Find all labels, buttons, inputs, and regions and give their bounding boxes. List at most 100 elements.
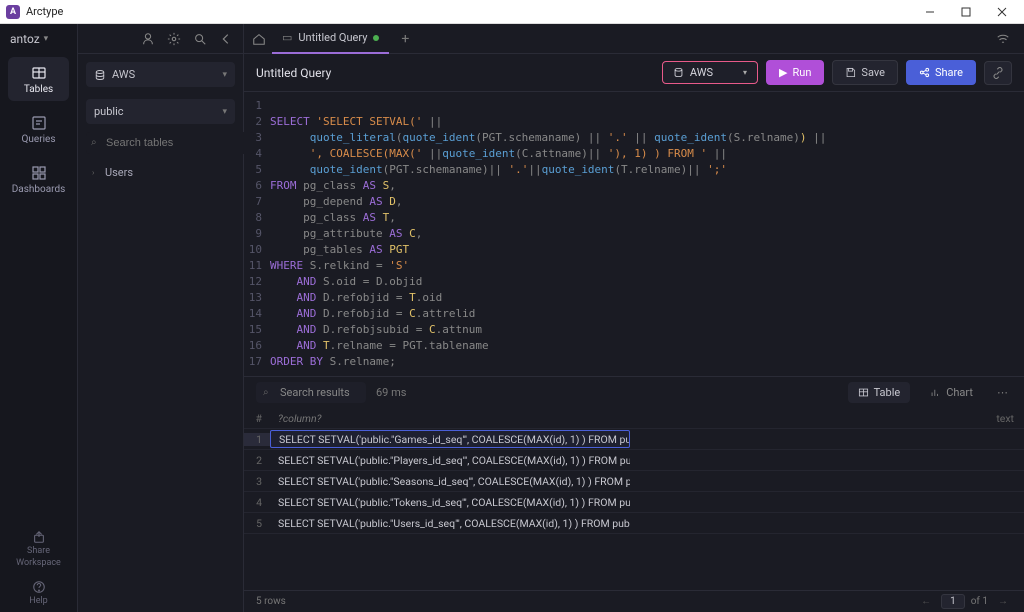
table-row[interactable]: 4SELECT SETVAL('public."Tokens_id_seq"',… — [244, 492, 1024, 513]
view-table-button[interactable]: Table — [848, 382, 911, 403]
help-icon — [32, 580, 46, 594]
rail-label: Share — [27, 546, 50, 556]
tabbar: ▭ Untitled Query + — [244, 24, 1024, 54]
connection-select[interactable]: AWS ▾ — [86, 62, 235, 87]
tab-label: Untitled Query — [298, 31, 367, 44]
chevron-down-icon: ▾ — [44, 34, 49, 44]
window-minimize[interactable] — [912, 0, 948, 24]
share-icon — [919, 67, 930, 78]
chevron-down-icon: ▾ — [222, 107, 227, 117]
collapse-icon[interactable] — [219, 32, 233, 46]
table-search-input[interactable] — [86, 132, 254, 154]
search-icon[interactable] — [193, 32, 207, 46]
window-titlebar: A Arctype — [0, 0, 1024, 24]
results-search[interactable]: ⌕ Search results — [256, 382, 366, 403]
chart-icon — [930, 387, 941, 398]
unsaved-dot-icon — [373, 35, 379, 41]
row-number-header: # — [244, 412, 270, 425]
cell-value[interactable]: SELECT SETVAL('public."Users_id_seq"', C… — [270, 517, 630, 530]
chevron-down-icon: ▾ — [222, 70, 227, 80]
page-prev[interactable]: ← — [917, 596, 935, 607]
column-header[interactable]: ?column? — [270, 412, 630, 425]
table-row[interactable]: 1SELECT SETVAL('public."Games_id_seq"', … — [244, 429, 1024, 450]
row-count: 5 rows — [256, 596, 286, 607]
query-toolbar: Untitled Query AWS ▾ ▶ Run Save Share — [244, 54, 1024, 92]
table-tree: › Users — [78, 158, 243, 187]
row-number: 1 — [244, 433, 270, 446]
rail-share-workspace[interactable]: Share Workspace — [0, 524, 77, 574]
database-icon — [94, 69, 106, 81]
share-button[interactable]: Share — [906, 60, 976, 85]
gear-icon[interactable] — [167, 32, 181, 46]
workspace-name: antoz — [10, 32, 40, 46]
dashboard-icon — [31, 165, 47, 181]
query-icon: ▭ — [282, 31, 292, 44]
play-icon: ▶ — [779, 66, 787, 79]
save-label: Save — [861, 66, 885, 79]
window-maximize[interactable] — [948, 0, 984, 24]
pager: ← 1 of 1 → — [917, 594, 1012, 609]
view-label: Table — [874, 386, 901, 399]
database-name: AWS — [690, 66, 713, 79]
home-icon[interactable] — [252, 32, 266, 46]
query-title[interactable]: Untitled Query — [256, 66, 654, 80]
table-row[interactable]: 5SELECT SETVAL('public."Users_id_seq"', … — [244, 513, 1024, 534]
table-search-row: ⌕ ⋯ — [86, 132, 235, 154]
tree-label: Users — [105, 166, 133, 179]
copy-link-button[interactable] — [984, 61, 1012, 85]
cell-value[interactable]: SELECT SETVAL('public."Games_id_seq"', C… — [270, 430, 630, 448]
share-label: Share — [935, 66, 963, 79]
tab-untitled-query[interactable]: ▭ Untitled Query — [272, 24, 389, 54]
connection-name: AWS — [112, 68, 135, 81]
results-search-placeholder: Search results — [280, 386, 350, 399]
table-icon — [858, 387, 869, 398]
rail-dashboards[interactable]: Dashboards — [8, 157, 69, 201]
run-label: Run — [793, 66, 812, 79]
chevron-right-icon: › — [92, 168, 100, 177]
window-close[interactable] — [984, 0, 1020, 24]
run-button[interactable]: ▶ Run — [766, 60, 824, 85]
link-icon — [992, 67, 1004, 79]
table-icon — [31, 65, 47, 81]
rail-label: Dashboards — [12, 184, 66, 195]
database-select[interactable]: AWS ▾ — [662, 61, 758, 84]
database-icon — [673, 67, 684, 78]
app-icon: A — [6, 5, 20, 19]
rail-label: Help — [29, 596, 47, 606]
workspace-switcher[interactable]: antoz ▾ — [0, 24, 77, 54]
cell-value[interactable]: SELECT SETVAL('public."Tokens_id_seq"', … — [270, 496, 630, 509]
tree-item-users[interactable]: › Users — [86, 162, 235, 183]
more-icon[interactable]: ⋯ — [993, 386, 1012, 399]
rail-label: Queries — [22, 134, 56, 145]
sql-editor[interactable]: 1 2 3 4 5 6 7 8 9 10 11 12 13 14 15 16 1… — [244, 92, 1024, 376]
table-row[interactable]: 3SELECT SETVAL('public."Seasons_id_seq"'… — [244, 471, 1024, 492]
chevron-down-icon: ▾ — [743, 68, 747, 77]
row-number: 4 — [244, 496, 270, 509]
cell-value[interactable]: SELECT SETVAL('public."Players_id_seq"',… — [270, 454, 630, 467]
table-header: # ?column? text — [244, 408, 1024, 429]
new-tab-button[interactable]: + — [395, 31, 415, 47]
schema-select[interactable]: public ▾ — [86, 99, 235, 124]
table-row[interactable]: 2SELECT SETVAL('public."Players_id_seq"'… — [244, 450, 1024, 471]
page-number[interactable]: 1 — [941, 594, 965, 609]
row-number: 5 — [244, 517, 270, 530]
rail-help[interactable]: Help — [0, 574, 77, 612]
result-table: # ?column? text 1SELECT SETVAL('public."… — [244, 408, 1024, 534]
page-next[interactable]: → — [994, 596, 1012, 607]
rail-tables[interactable]: Tables — [8, 57, 69, 101]
app-title: Arctype — [26, 5, 912, 18]
connection-status-icon[interactable] — [990, 32, 1016, 46]
rail-queries[interactable]: Queries — [8, 107, 69, 151]
view-label: Chart — [946, 386, 973, 399]
search-icon: ⌕ — [91, 137, 97, 148]
cell-value[interactable]: SELECT SETVAL('public."Seasons_id_seq"',… — [270, 475, 630, 488]
save-button[interactable]: Save — [832, 60, 898, 85]
share-icon — [32, 530, 46, 544]
view-chart-button[interactable]: Chart — [920, 382, 983, 403]
search-icon: ⌕ — [263, 387, 269, 398]
user-icon[interactable] — [141, 32, 155, 46]
save-icon — [845, 67, 856, 78]
side-panel: AWS ▾ public ▾ ⌕ ⋯ › Users — [78, 24, 244, 612]
page-of: of 1 — [971, 596, 988, 607]
rail-label: Workspace — [16, 558, 61, 568]
